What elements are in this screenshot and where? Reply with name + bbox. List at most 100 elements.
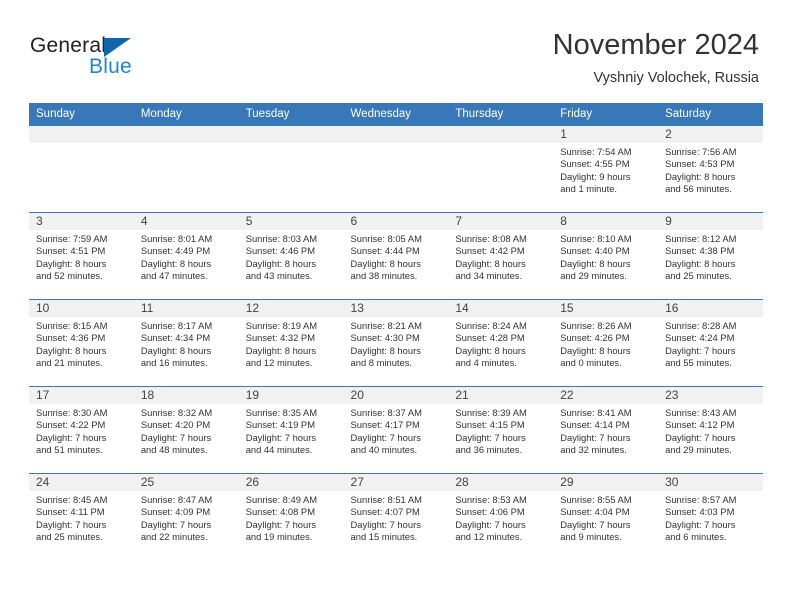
sunrise-text: Sunrise: 8:43 AM xyxy=(665,407,737,418)
day-cell[interactable]: 30 Sunrise: 8:57 AM Sunset: 4:03 PM Dayl… xyxy=(658,474,763,560)
day-cell[interactable]: 3 Sunrise: 7:59 AM Sunset: 4:51 PM Dayli… xyxy=(29,213,134,299)
day-cell[interactable]: 21 Sunrise: 8:39 AM Sunset: 4:15 PM Dayl… xyxy=(448,387,554,473)
day-cell[interactable]: 20 Sunrise: 8:37 AM Sunset: 4:17 PM Dayl… xyxy=(343,387,449,473)
day-cell[interactable]: 27 Sunrise: 8:51 AM Sunset: 4:07 PM Dayl… xyxy=(343,474,449,560)
day-cell[interactable]: 25 Sunrise: 8:47 AM Sunset: 4:09 PM Dayl… xyxy=(133,474,239,560)
daylight-text-line1: Daylight: 7 hours xyxy=(245,518,317,530)
day-cell[interactable]: 22 Sunrise: 8:41 AM Sunset: 4:14 PM Dayl… xyxy=(553,387,659,473)
day-cell[interactable]: 16 Sunrise: 8:28 AM Sunset: 4:24 PM Dayl… xyxy=(658,300,763,386)
daylight-text-line1: Daylight: 8 hours xyxy=(665,257,736,269)
day-info: Sunrise: 8:49 AM Sunset: 4:08 PM Dayligh… xyxy=(239,491,344,543)
sunset-text: Sunset: 4:40 PM xyxy=(560,245,630,257)
day-cell[interactable]: 15 Sunrise: 8:26 AM Sunset: 4:26 PM Dayl… xyxy=(553,300,659,386)
day-number: 29 xyxy=(553,474,659,491)
sunset-text: Sunset: 4:20 PM xyxy=(140,419,211,431)
sunrise-text: Sunrise: 8:49 AM xyxy=(245,494,318,505)
day-cell[interactable]: 17 Sunrise: 8:30 AM Sunset: 4:22 PM Dayl… xyxy=(29,387,134,473)
general-blue-logo[interactable]: General Blue xyxy=(30,34,210,80)
day-cell[interactable]: 19 Sunrise: 8:35 AM Sunset: 4:19 PM Dayl… xyxy=(238,387,344,473)
day-info: Sunrise: 8:45 AM Sunset: 4:11 PM Dayligh… xyxy=(29,491,134,543)
day-info: Sunrise: 8:47 AM Sunset: 4:09 PM Dayligh… xyxy=(134,491,239,543)
sunset-text: Sunset: 4:55 PM xyxy=(560,158,630,170)
calendar-cell: 15 Sunrise: 8:26 AM Sunset: 4:26 PM Dayl… xyxy=(553,299,659,387)
calendar-cell: 17 Sunrise: 8:30 AM Sunset: 4:22 PM Dayl… xyxy=(29,386,134,474)
day-cell[interactable]: 10 Sunrise: 8:15 AM Sunset: 4:36 PM Dayl… xyxy=(29,300,134,386)
daylight-text-line2: and 19 minutes. xyxy=(245,530,313,542)
daylight-text-line2: and 29 minutes. xyxy=(560,269,627,281)
day-number xyxy=(133,126,239,143)
day-cell[interactable]: 23 Sunrise: 8:43 AM Sunset: 4:12 PM Dayl… xyxy=(658,387,763,473)
sunrise-text: Sunrise: 8:39 AM xyxy=(455,407,527,418)
day-cell[interactable]: 1 Sunrise: 7:54 AM Sunset: 4:55 PM Dayli… xyxy=(553,126,659,212)
calendar-week-row: 1 Sunrise: 7:54 AM Sunset: 4:55 PM Dayli… xyxy=(29,125,763,213)
day-cell[interactable]: 9 Sunrise: 8:12 AM Sunset: 4:38 PM Dayli… xyxy=(658,213,763,299)
day-info: Sunrise: 8:39 AM Sunset: 4:15 PM Dayligh… xyxy=(448,404,553,456)
day-number: 10 xyxy=(29,300,134,317)
day-info: Sunrise: 7:56 AM Sunset: 4:53 PM Dayligh… xyxy=(658,143,763,195)
day-cell[interactable]: 18 Sunrise: 8:32 AM Sunset: 4:20 PM Dayl… xyxy=(133,387,239,473)
day-cell[interactable]: 6 Sunrise: 8:05 AM Sunset: 4:44 PM Dayli… xyxy=(343,213,449,299)
day-number: 5 xyxy=(238,213,344,230)
day-cell[interactable]: 24 Sunrise: 8:45 AM Sunset: 4:11 PM Dayl… xyxy=(29,474,134,560)
calendar-cell xyxy=(29,125,134,213)
day-info: Sunrise: 8:17 AM Sunset: 4:34 PM Dayligh… xyxy=(134,317,239,369)
calendar-week-row: 17 Sunrise: 8:30 AM Sunset: 4:22 PM Dayl… xyxy=(29,386,763,474)
daylight-text-line2: and 34 minutes. xyxy=(455,269,523,281)
day-cell[interactable]: 14 Sunrise: 8:24 AM Sunset: 4:28 PM Dayl… xyxy=(448,300,554,386)
daylight-text-line1: Daylight: 8 hours xyxy=(560,344,631,356)
daylight-text-line2: and 0 minutes. xyxy=(560,356,622,368)
calendar-cell: 11 Sunrise: 8:17 AM Sunset: 4:34 PM Dayl… xyxy=(133,299,239,387)
day-cell[interactable]: 28 Sunrise: 8:53 AM Sunset: 4:06 PM Dayl… xyxy=(448,474,554,560)
daylight-text-line1: Daylight: 8 hours xyxy=(560,257,631,269)
day-number: 6 xyxy=(343,213,449,230)
weekday-header-sunday: Sunday xyxy=(29,103,134,126)
day-number: 26 xyxy=(238,474,344,491)
calendar-cell: 27 Sunrise: 8:51 AM Sunset: 4:07 PM Dayl… xyxy=(343,473,449,560)
day-number: 12 xyxy=(238,300,344,317)
day-info: Sunrise: 8:28 AM Sunset: 4:24 PM Dayligh… xyxy=(658,317,763,369)
day-cell[interactable]: 8 Sunrise: 8:10 AM Sunset: 4:40 PM Dayli… xyxy=(553,213,659,299)
day-number: 4 xyxy=(133,213,239,230)
sunset-text: Sunset: 4:15 PM xyxy=(455,419,525,431)
sunrise-text: Sunrise: 8:15 AM xyxy=(36,320,108,331)
calendar-cell: 6 Sunrise: 8:05 AM Sunset: 4:44 PM Dayli… xyxy=(343,212,449,300)
day-cell[interactable]: 26 Sunrise: 8:49 AM Sunset: 4:08 PM Dayl… xyxy=(238,474,344,560)
day-number: 16 xyxy=(658,300,763,317)
sunset-text: Sunset: 4:38 PM xyxy=(665,245,735,257)
day-number: 23 xyxy=(658,387,763,404)
day-cell[interactable]: 5 Sunrise: 8:03 AM Sunset: 4:46 PM Dayli… xyxy=(238,213,344,299)
day-number: 1 xyxy=(553,126,659,143)
calendar-cell: 19 Sunrise: 8:35 AM Sunset: 4:19 PM Dayl… xyxy=(238,386,344,474)
calendar-cell: 10 Sunrise: 8:15 AM Sunset: 4:36 PM Dayl… xyxy=(29,299,134,387)
day-cell[interactable]: 4 Sunrise: 8:01 AM Sunset: 4:49 PM Dayli… xyxy=(133,213,239,299)
calendar-cell xyxy=(133,125,239,213)
sunset-text: Sunset: 4:04 PM xyxy=(560,506,630,518)
day-cell[interactable]: 13 Sunrise: 8:21 AM Sunset: 4:30 PM Dayl… xyxy=(343,300,449,386)
day-cell-empty xyxy=(448,126,554,212)
daylight-text-line1: Daylight: 7 hours xyxy=(140,518,212,530)
day-info: Sunrise: 8:10 AM Sunset: 4:40 PM Dayligh… xyxy=(553,230,658,282)
weekday-header-row: Sunday Monday Tuesday Wednesday Thursday… xyxy=(29,103,763,126)
sunset-text: Sunset: 4:53 PM xyxy=(665,158,735,170)
day-cell[interactable]: 11 Sunrise: 8:17 AM Sunset: 4:34 PM Dayl… xyxy=(133,300,239,386)
day-cell[interactable]: 7 Sunrise: 8:08 AM Sunset: 4:42 PM Dayli… xyxy=(448,213,554,299)
sunrise-text: Sunrise: 8:51 AM xyxy=(350,494,422,505)
daylight-text-line2: and 56 minutes. xyxy=(665,182,732,194)
sunset-text: Sunset: 4:46 PM xyxy=(245,245,315,257)
sunset-text: Sunset: 4:06 PM xyxy=(455,506,525,518)
day-info: Sunrise: 8:51 AM Sunset: 4:07 PM Dayligh… xyxy=(344,491,449,543)
sunrise-text: Sunrise: 8:17 AM xyxy=(140,320,213,331)
daylight-text-line1: Daylight: 8 hours xyxy=(350,344,421,356)
daylight-text-line1: Daylight: 8 hours xyxy=(245,344,317,356)
day-number: 27 xyxy=(343,474,449,491)
daylight-text-line2: and 47 minutes. xyxy=(140,269,208,281)
day-cell[interactable]: 29 Sunrise: 8:55 AM Sunset: 4:04 PM Dayl… xyxy=(553,474,659,560)
sunrise-text: Sunrise: 8:47 AM xyxy=(140,494,213,505)
day-info: Sunrise: 7:59 AM Sunset: 4:51 PM Dayligh… xyxy=(29,230,134,282)
sunset-text: Sunset: 4:14 PM xyxy=(560,419,630,431)
day-number xyxy=(238,126,344,143)
day-cell[interactable]: 12 Sunrise: 8:19 AM Sunset: 4:32 PM Dayl… xyxy=(238,300,344,386)
day-cell[interactable]: 2 Sunrise: 7:56 AM Sunset: 4:53 PM Dayli… xyxy=(658,126,763,212)
day-cell-empty xyxy=(29,126,134,212)
day-number xyxy=(29,126,134,143)
